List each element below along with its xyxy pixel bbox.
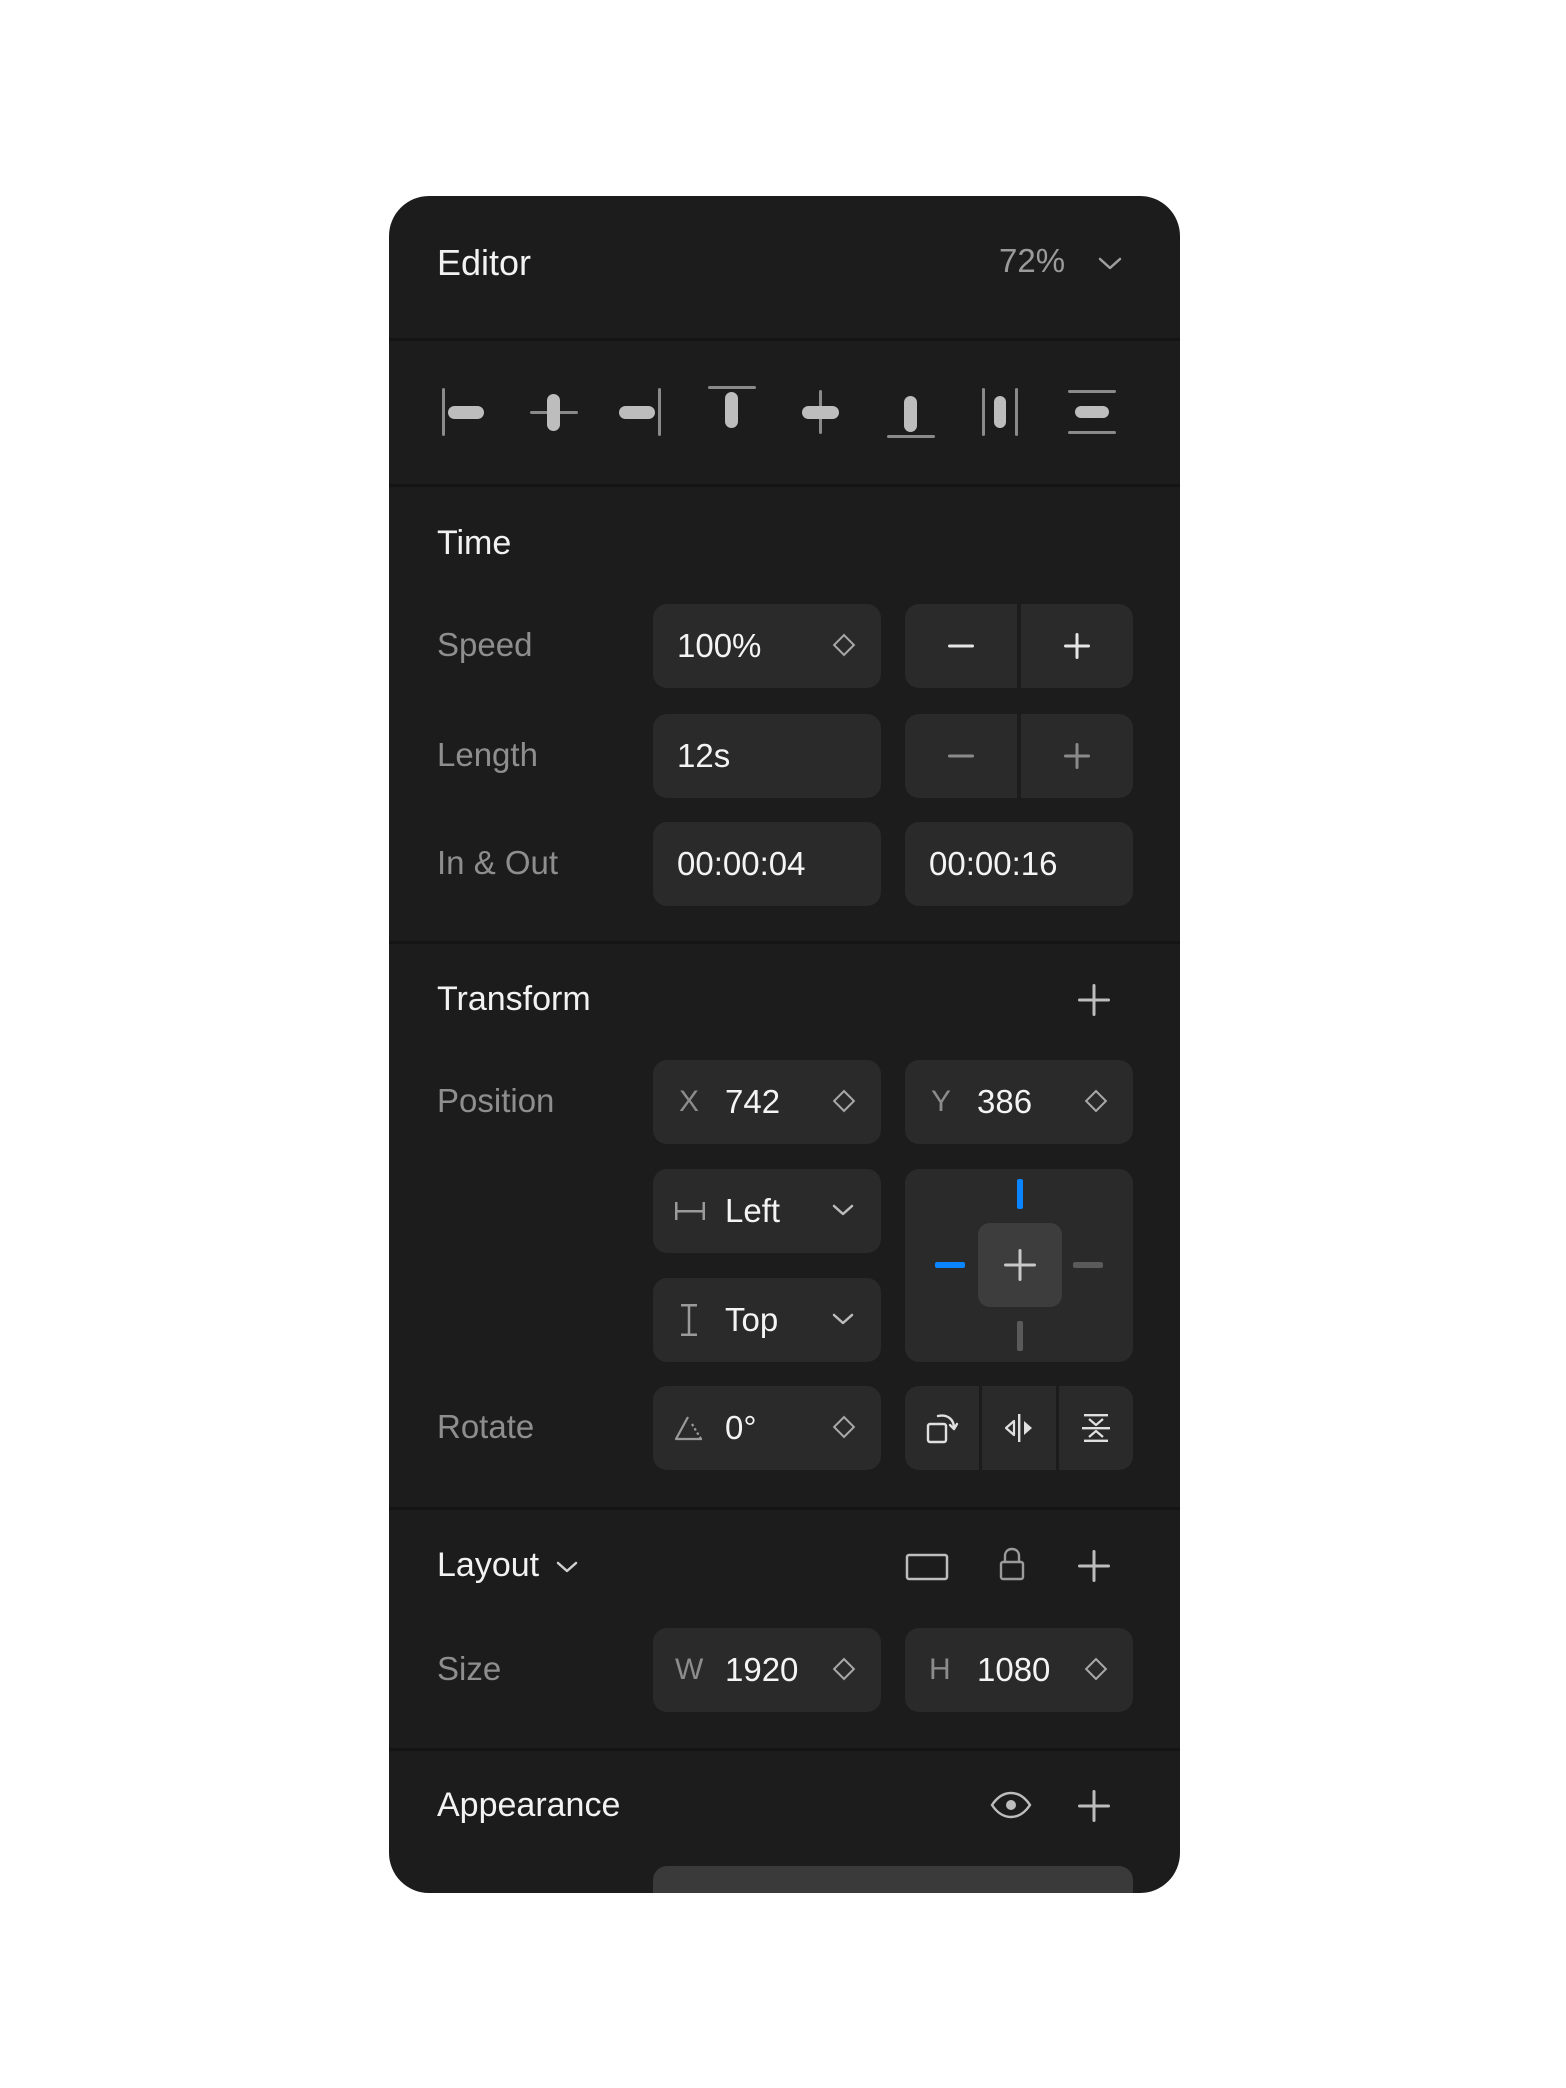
align-right-icon[interactable]: [616, 382, 664, 442]
position-y-value: 386: [977, 1083, 1033, 1120]
add-layout-plus-icon[interactable]: [1076, 1548, 1112, 1584]
keyframe-diamond-icon[interactable]: [832, 633, 856, 657]
eye-icon[interactable]: [989, 1790, 1033, 1820]
chevron-down-icon: [832, 1204, 854, 1216]
keyframe-diamond-icon[interactable]: [1084, 1657, 1108, 1681]
position-x-field[interactable]: X 742: [653, 1060, 881, 1144]
horizontal-anchor-icon: [675, 1202, 705, 1220]
align-left-icon[interactable]: [439, 382, 487, 442]
layout-section-title: Layout: [437, 1546, 540, 1584]
anchor-bottom-marker[interactable]: [1017, 1321, 1023, 1351]
y-prefix: Y: [931, 1085, 952, 1118]
appearance-section-title: Appearance: [437, 1786, 621, 1824]
flip-horizontal-icon: [1004, 1414, 1032, 1442]
rotate-icon: [926, 1414, 959, 1444]
h-prefix: H: [929, 1653, 951, 1686]
anchor-center-button[interactable]: [978, 1223, 1062, 1307]
in-point-value: 00:00:04: [677, 845, 806, 882]
width-field[interactable]: W 1920: [653, 1628, 881, 1712]
rotate-value: 0°: [725, 1409, 757, 1446]
height-field[interactable]: H 1080: [905, 1628, 1133, 1712]
minus-icon: [948, 754, 974, 758]
plus-icon: [1064, 743, 1090, 769]
time-section-title: Time: [437, 524, 512, 562]
w-prefix: W: [675, 1653, 704, 1686]
rotate-actions: [905, 1386, 1133, 1470]
transform-section-title: Transform: [437, 980, 591, 1018]
chevron-down-icon: [556, 1561, 578, 1573]
position-y-field[interactable]: Y 386: [905, 1060, 1133, 1144]
height-value: 1080: [977, 1651, 1051, 1688]
length-field[interactable]: 12s: [653, 714, 881, 798]
speed-value: 100%: [677, 627, 762, 664]
align-bottom-icon[interactable]: [884, 382, 938, 442]
anchor-picker[interactable]: [905, 1169, 1133, 1362]
speed-stepper: [905, 604, 1133, 688]
position-x-value: 742: [725, 1083, 781, 1120]
distribute-horizontal-icon[interactable]: [976, 382, 1024, 442]
plus-icon: [1064, 633, 1090, 659]
decrement-button[interactable]: [905, 714, 1017, 798]
rotate-field[interactable]: 0°: [653, 1386, 881, 1470]
align-top-icon[interactable]: [705, 382, 759, 442]
distribute-vertical-icon[interactable]: [1065, 382, 1119, 442]
flip-horizontal-button[interactable]: [982, 1386, 1056, 1470]
horizontal-anchor-dropdown[interactable]: Left: [653, 1169, 881, 1253]
align-center-horizontal-icon[interactable]: [527, 382, 581, 442]
chevron-down-icon: [832, 1313, 854, 1325]
chevron-down-icon: [1098, 257, 1122, 270]
position-label: Position: [437, 1082, 555, 1119]
plus-icon: [1004, 1249, 1036, 1281]
flip-vertical-button[interactable]: [1059, 1386, 1133, 1470]
rotate-label: Rotate: [437, 1408, 535, 1445]
keyframe-diamond-icon[interactable]: [1084, 1089, 1108, 1113]
editor-panel: Editor 72% Time Speed 100% Length 12s In…: [389, 196, 1180, 1893]
align-center-vertical-icon[interactable]: [794, 382, 848, 442]
length-stepper: [905, 714, 1133, 798]
appearance-field-partial[interactable]: [653, 1866, 1133, 1893]
in-point-field[interactable]: 00:00:04: [653, 822, 881, 906]
x-prefix: X: [679, 1085, 700, 1118]
width-value: 1920: [725, 1651, 799, 1688]
anchor-left-marker[interactable]: [935, 1262, 965, 1268]
vertical-anchor-dropdown[interactable]: Top: [653, 1278, 881, 1362]
size-label: Size: [437, 1650, 502, 1687]
anchor-right-marker[interactable]: [1073, 1262, 1103, 1268]
out-point-value: 00:00:16: [929, 845, 1058, 882]
increment-button[interactable]: [1021, 604, 1133, 688]
speed-label: Speed: [437, 626, 533, 663]
rotate-90-button[interactable]: [905, 1386, 979, 1470]
add-appearance-plus-icon[interactable]: [1076, 1788, 1112, 1824]
layout-section-toggle[interactable]: Layout: [437, 1546, 597, 1590]
lock-icon[interactable]: [997, 1546, 1027, 1582]
flip-vertical-icon: [1082, 1414, 1110, 1442]
aspect-ratio-icon[interactable]: [905, 1552, 949, 1582]
in-out-label: In & Out: [437, 844, 559, 881]
vertical-anchor-value: Top: [725, 1301, 779, 1338]
keyframe-diamond-icon[interactable]: [832, 1657, 856, 1681]
alignment-toolbar: [439, 382, 1149, 442]
add-transform-plus-icon[interactable]: [1076, 982, 1112, 1018]
vertical-anchor-icon: [681, 1304, 697, 1336]
keyframe-diamond-icon[interactable]: [832, 1089, 856, 1113]
decrement-button[interactable]: [905, 604, 1017, 688]
angle-icon: [674, 1416, 702, 1441]
keyframe-diamond-icon[interactable]: [832, 1415, 856, 1439]
panel-title: Editor: [437, 242, 532, 283]
increment-button[interactable]: [1021, 714, 1133, 798]
length-label: Length: [437, 736, 538, 773]
speed-field[interactable]: 100%: [653, 604, 881, 688]
anchor-top-marker[interactable]: [1017, 1179, 1023, 1209]
length-value: 12s: [677, 737, 731, 774]
minus-icon: [948, 644, 974, 648]
zoom-value: 72%: [999, 242, 1066, 279]
horizontal-anchor-value: Left: [725, 1192, 781, 1229]
out-point-field[interactable]: 00:00:16: [905, 822, 1133, 906]
zoom-dropdown[interactable]: 72%: [999, 240, 1149, 290]
